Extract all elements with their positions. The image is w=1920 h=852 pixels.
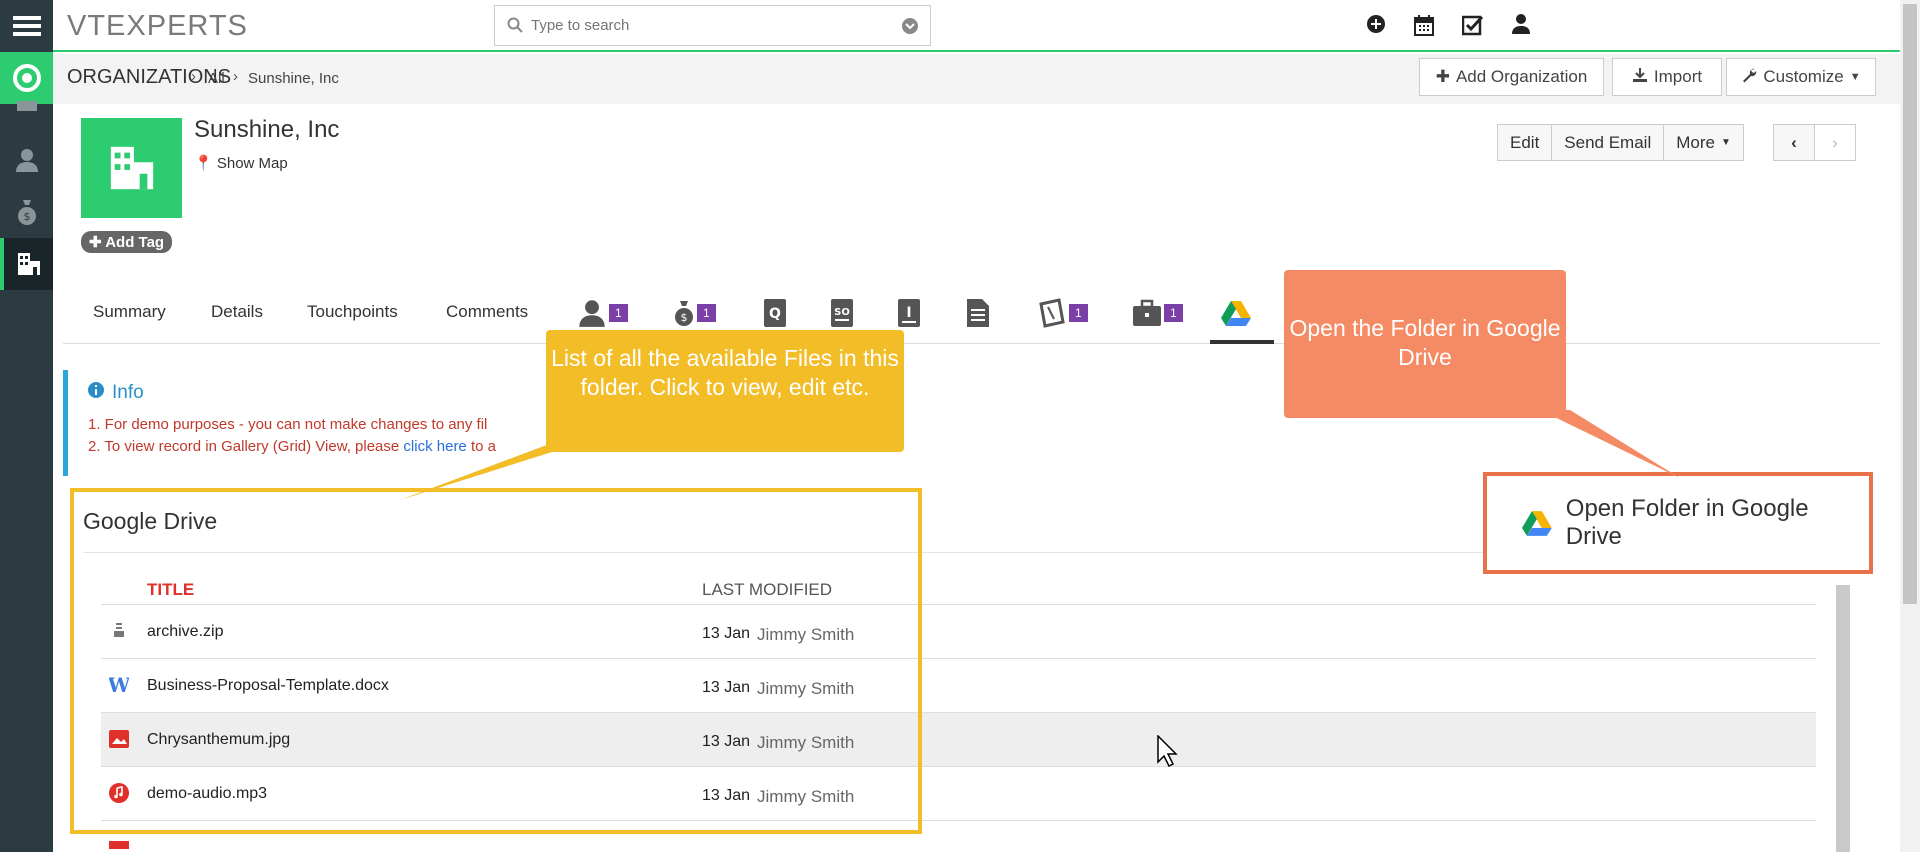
annotation-callout-yellow: List of all the available Files in this … [546,330,904,452]
record-name: Sunshine, Inc [194,116,340,143]
sales-order-icon: SO [831,299,853,327]
global-search[interactable] [494,5,931,46]
file-icon [109,835,129,852]
record-navigation: ‹ › [1773,124,1856,161]
caret-down-icon: ▼ [1849,71,1861,83]
svg-text:SO: SO [834,307,850,318]
money-bag-icon: $ [675,301,693,326]
search-icon [507,17,523,38]
tab-invoices[interactable]: I [897,293,921,333]
count-badge: 1 [1164,304,1183,322]
top-bar: VTEXPERTS [53,0,1900,52]
search-filter-dropdown-icon[interactable] [902,18,918,39]
breadcrumb: ORGANIZATIONS › All › Sunshine, Inc ✚ Ad… [53,54,1900,104]
briefcase-icon [1133,299,1161,326]
send-email-button[interactable]: Send Email [1551,124,1665,161]
svg-text:$: $ [681,311,688,324]
search-input[interactable] [495,6,855,45]
tab-contacts[interactable]: 1 [577,293,628,333]
google-drive-icon [1522,511,1552,536]
quotes-icon: Q [764,299,786,327]
edit-button[interactable]: Edit [1497,124,1553,161]
tab-comments[interactable]: Comments [446,302,528,322]
svg-text:$: $ [23,210,30,223]
ticket-icon [1039,298,1065,328]
count-badge: 1 [697,304,716,322]
organizations-icon[interactable] [0,238,53,290]
organization-avatar [81,118,182,218]
calendar-icon[interactable] [1414,14,1434,41]
module-title[interactable]: ORGANIZATIONS [67,66,231,89]
import-button[interactable]: Import [1612,58,1722,96]
add-tag-button[interactable]: ✚ Add Tag [81,231,173,253]
document-icon [967,299,989,327]
quick-create-icon[interactable] [1366,14,1386,41]
open-folder-in-google-drive-button[interactable]: Open Folder in Google Drive [1483,472,1873,574]
plus-icon: ✚ [89,234,102,251]
chevron-right-icon: › [233,68,238,85]
tasks-icon[interactable] [1461,14,1484,41]
home-icon[interactable] [0,52,53,104]
count-badge: 1 [609,304,628,322]
tab-documents[interactable] [966,293,990,333]
page-scrollbar[interactable] [1900,0,1920,852]
contacts-icon[interactable] [0,134,53,186]
customize-button[interactable]: Customize ▼ [1726,58,1876,96]
chevron-right-icon: › [1832,132,1838,152]
record-actions: Edit Send Email More ▼ [1497,124,1744,161]
left-sidebar: $ [0,0,53,852]
annotation-callout-orange: Open the Folder in Google Drive [1284,270,1566,418]
tab-projects[interactable]: 1 [1132,293,1183,333]
annotation-pointer-orange [1540,410,1680,478]
menu-icon[interactable] [0,0,53,52]
tab-google-drive[interactable] [1221,293,1251,333]
wrench-icon [1741,67,1757,88]
caret-down-icon: ▼ [1720,137,1731,148]
tab-summary[interactable]: Summary [93,302,166,322]
next-record-button[interactable]: › [1814,124,1856,161]
chevron-left-icon: ‹ [1791,132,1797,152]
active-tab-indicator [1210,340,1274,344]
info-line-1: 1. For demo purposes - you can not make … [88,416,488,433]
svg-text:Q: Q [769,306,781,322]
deals-icon[interactable]: $ [0,186,53,238]
tab-tickets[interactable]: 1 [1037,293,1088,333]
google-drive-icon [1221,301,1251,326]
show-map-link[interactable]: 📍 Show Map [194,154,288,172]
info-icon [88,382,104,404]
annotation-frame-yellow [70,488,922,834]
map-marker-icon: 📍 [194,155,213,172]
previous-record-button[interactable]: ‹ [1773,124,1815,161]
tab-touchpoints[interactable]: Touchpoints [307,302,398,322]
tab-details[interactable]: Details [211,302,263,322]
tab-sales-orders[interactable]: SO [830,293,854,333]
vtexperts-logo[interactable]: VTEXPERTS [67,10,248,43]
breadcrumb-filter[interactable]: All [208,70,225,87]
more-button[interactable]: More ▼ [1663,124,1744,161]
panel-scrollbar[interactable] [1836,585,1850,852]
plus-icon: ✚ [1435,67,1450,86]
svg-text:I: I [906,305,911,321]
info-title: Info [88,382,144,404]
chevron-right-icon: › [191,68,196,85]
count-badge: 1 [1069,304,1088,322]
user-profile-icon[interactable] [1512,14,1530,41]
add-organization-button[interactable]: ✚ Add Organization [1419,58,1604,96]
tab-quotes[interactable]: Q [763,293,787,333]
sidebar-partial-icon[interactable] [0,100,53,114]
contacts-icon [579,300,605,327]
invoice-icon: I [898,299,920,327]
mouse-cursor-icon [1157,735,1178,767]
import-icon [1632,67,1648,88]
breadcrumb-record: Sunshine, Inc [248,70,339,87]
record-tabs: Summary Details Touchpoints Comments 1 $… [63,284,1880,344]
tab-deals[interactable]: $ 1 [673,293,716,333]
scrollbar-thumb[interactable] [1903,4,1917,604]
record-header: Sunshine, Inc 📍 Show Map ✚ Add Tag Edit … [63,104,1880,272]
